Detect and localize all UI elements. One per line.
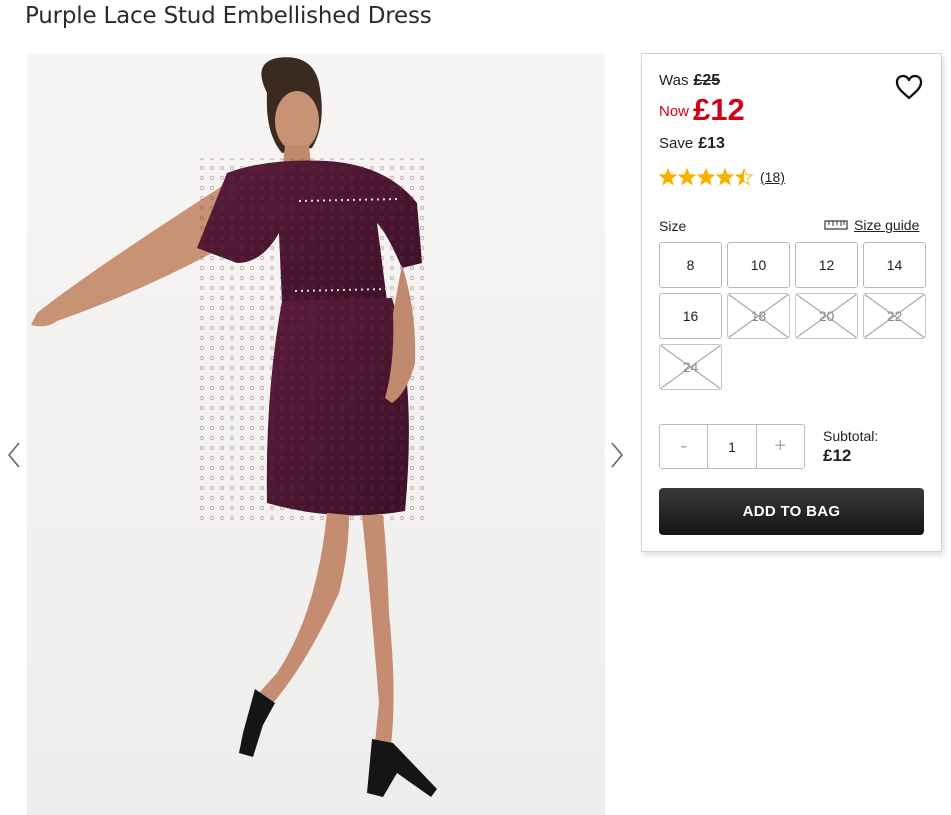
heart-outline-icon — [895, 74, 923, 100]
size-guide-label: Size guide — [854, 217, 920, 233]
chevron-right-icon — [611, 442, 624, 468]
quantity-decrease-button[interactable]: - — [660, 425, 707, 468]
add-to-bag-button[interactable]: ADD TO BAG — [659, 488, 924, 535]
size-option-label: 8 — [686, 257, 695, 273]
subtotal-value: £12 — [823, 446, 852, 465]
size-option-12[interactable]: 12 — [795, 242, 858, 288]
size-option-8[interactable]: 8 — [659, 242, 722, 288]
gallery-next-button[interactable] — [606, 438, 628, 472]
price-was: Was £25 — [659, 72, 720, 90]
ruler-icon — [824, 220, 848, 230]
size-option-20[interactable]: 20 — [795, 293, 858, 339]
star-icon — [735, 168, 753, 186]
star-icon — [716, 168, 734, 186]
dress-model-illustration — [27, 53, 605, 815]
gallery-prev-button[interactable] — [3, 438, 25, 472]
size-option-18[interactable]: 18 — [727, 293, 790, 339]
price-was-label: Was — [659, 72, 689, 89]
star-icon — [678, 168, 696, 186]
size-options: 8 10 12 14 16 182022 24 — [659, 242, 926, 390]
product-title: Purple Lace Stud Embellished Dress — [25, 3, 432, 29]
wishlist-button[interactable] — [894, 72, 924, 102]
price-save-label: Save — [659, 135, 694, 152]
subtotal-label: Subtotal: — [823, 428, 879, 444]
size-option-16[interactable]: 16 — [659, 293, 722, 339]
size-option-label: 10 — [750, 257, 767, 273]
product-image — [27, 53, 605, 815]
size-option-22[interactable]: 22 — [863, 293, 926, 339]
out-of-stock-cross-icon — [660, 345, 721, 389]
price-save-value: £13 — [698, 135, 725, 152]
purchase-panel: Was £25 Now £12 Save £13 (18) Size Size gui… — [641, 53, 942, 552]
quantity-value[interactable]: 1 — [707, 425, 757, 468]
size-label: Size — [659, 218, 687, 234]
price-was-value: £25 — [693, 72, 721, 89]
price-now-label: Now — [659, 103, 690, 120]
rating: (18) — [659, 168, 785, 186]
star-icon — [659, 168, 677, 186]
size-option-label: 14 — [886, 257, 903, 273]
size-option-label: 12 — [818, 257, 835, 273]
quantity-stepper: - 1 + — [659, 424, 805, 469]
out-of-stock-cross-icon — [796, 294, 857, 338]
out-of-stock-cross-icon — [864, 294, 925, 338]
out-of-stock-cross-icon — [728, 294, 789, 338]
size-option-14[interactable]: 14 — [863, 242, 926, 288]
quantity-increase-button[interactable]: + — [757, 425, 804, 468]
review-count-link[interactable]: (18) — [760, 169, 785, 185]
price-save: Save £13 — [659, 135, 725, 153]
price-now-value: £12 — [693, 92, 745, 127]
chevron-left-icon — [7, 442, 20, 468]
price-now: Now £12 — [659, 92, 745, 128]
subtotal: Subtotal: £12 — [823, 428, 878, 466]
size-option-10[interactable]: 10 — [727, 242, 790, 288]
size-option-24[interactable]: 24 — [659, 344, 722, 390]
size-guide-link[interactable]: Size guide — [824, 217, 919, 233]
star-icon — [697, 168, 715, 186]
rating-stars — [659, 168, 753, 186]
size-option-label: 16 — [682, 308, 699, 324]
